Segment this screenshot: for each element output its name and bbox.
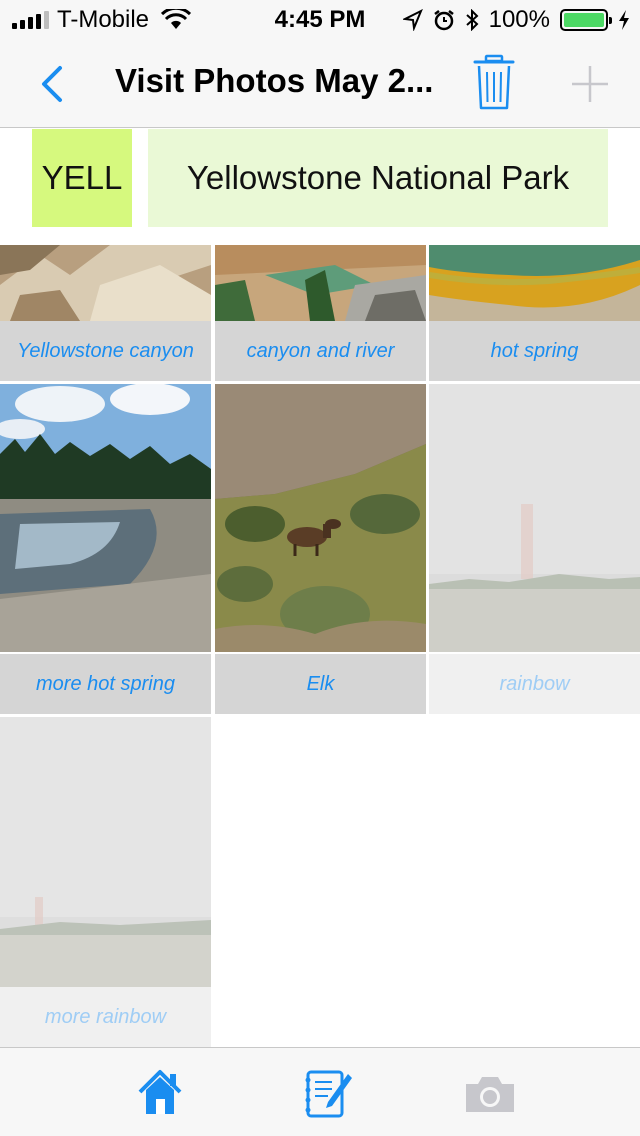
photo-tile[interactable]: more rainbow <box>0 717 211 1047</box>
home-icon[interactable] <box>130 1064 190 1124</box>
status-bar: T-Mobile 4:45 PM 100% <box>0 0 640 40</box>
navigation-bar: Visit Photos May 2... <box>0 40 640 128</box>
photo-caption: Elk <box>215 654 426 714</box>
elk-photo <box>215 384 426 652</box>
canyon-river-photo <box>215 245 426 321</box>
photo-caption: rainbow <box>429 654 640 714</box>
battery-percent: 100% <box>488 6 550 33</box>
canyon-photo <box>0 245 211 321</box>
photo-tile[interactable]: Elk <box>215 384 426 714</box>
photo-caption: canyon and river <box>215 321 426 381</box>
hot-spring-photo <box>429 245 640 321</box>
photo-caption: Yellowstone canyon <box>0 321 211 381</box>
trash-icon[interactable] <box>472 54 516 112</box>
page-title: Visit Photos May 2... <box>115 62 434 99</box>
photo-tile[interactable]: Yellowstone canyon <box>0 245 211 381</box>
camera-icon[interactable] <box>460 1064 520 1124</box>
battery-icon <box>560 9 612 31</box>
park-header: YELL Yellowstone National Park <box>0 129 640 239</box>
photo-tile[interactable]: hot spring <box>429 245 640 381</box>
add-icon[interactable] <box>566 60 614 108</box>
photo-caption: more hot spring <box>0 654 211 714</box>
rainbow-photo <box>429 384 640 652</box>
photo-tile[interactable]: more hot spring <box>0 384 211 714</box>
alarm-icon <box>433 10 454 31</box>
photo-caption: hot spring <box>429 321 640 381</box>
photo-tile[interactable]: rainbow <box>429 384 640 714</box>
hot-spring-landscape-photo <box>0 384 211 652</box>
back-chevron-icon[interactable] <box>32 62 76 106</box>
photo-tile[interactable]: canyon and river <box>215 245 426 381</box>
charging-bolt-icon <box>619 10 629 30</box>
photo-caption: more rainbow <box>0 987 211 1047</box>
more-rainbow-photo <box>0 717 211 987</box>
notebook-icon[interactable] <box>298 1064 358 1124</box>
tab-bar <box>0 1047 640 1136</box>
park-name-banner[interactable]: Yellowstone National Park <box>148 129 608 227</box>
location-arrow-icon <box>402 9 423 31</box>
bluetooth-icon <box>465 9 479 31</box>
park-code-badge[interactable]: YELL <box>32 129 132 227</box>
